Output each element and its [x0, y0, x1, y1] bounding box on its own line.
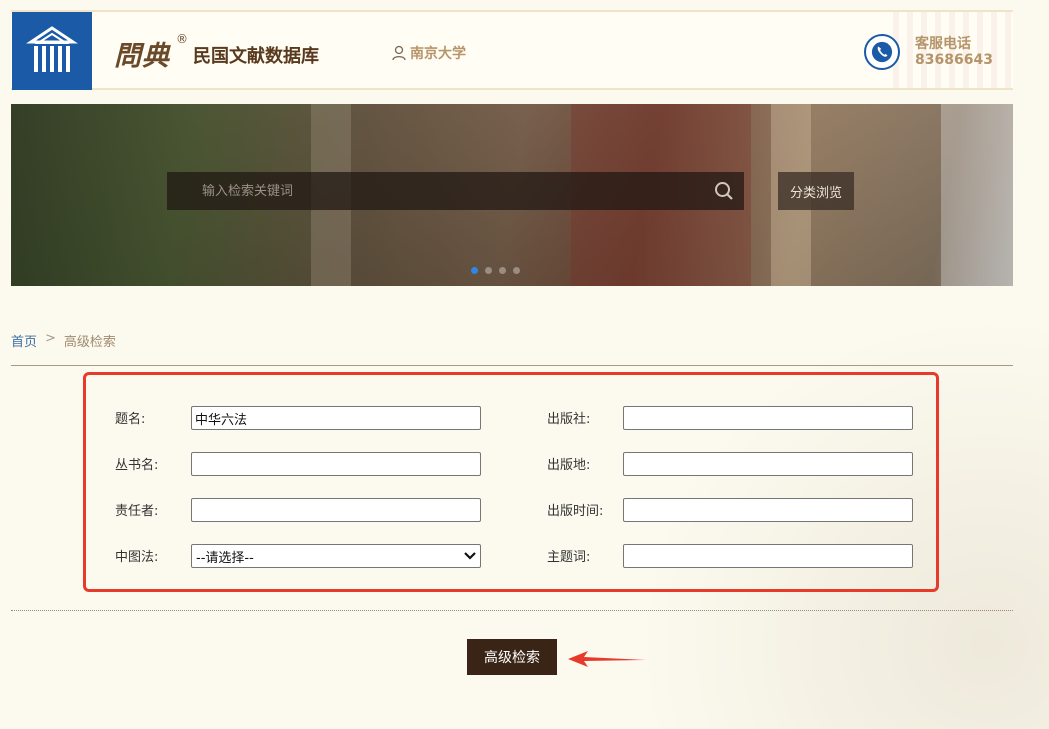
- divider: [11, 365, 1013, 366]
- carousel-dot[interactable]: [513, 267, 520, 274]
- category-browse-button[interactable]: 分类浏览: [778, 172, 854, 210]
- user-name: 南京大学: [410, 46, 466, 62]
- clc-selected-value: --请选择--: [196, 550, 254, 566]
- carousel-dot[interactable]: [499, 267, 506, 274]
- search-bar: [167, 172, 744, 210]
- publisher-field[interactable]: [623, 406, 913, 430]
- dotted-divider: [11, 610, 1013, 611]
- site-title[interactable]: 民国文献数据库: [193, 42, 319, 68]
- advanced-search-form: 题名: 丛书名: 责任者: 中图法: --请选择-- 出版社: 出版地: 出版时…: [83, 372, 939, 592]
- advanced-search-button[interactable]: 高级检索: [467, 639, 557, 675]
- breadcrumb-current: 高级检索: [63, 335, 116, 350]
- author-field[interactable]: [191, 498, 481, 522]
- clc-label: 中图法:: [115, 550, 159, 565]
- breadcrumb: 首页 > 高级检索: [11, 331, 116, 350]
- date-field[interactable]: [623, 498, 913, 522]
- banner-sky: [941, 104, 1013, 286]
- phone-icon: [864, 34, 900, 70]
- clc-select[interactable]: --请选择--: [191, 544, 481, 568]
- customer-service-label: 客服电话: [915, 36, 971, 52]
- search-icon: [715, 182, 733, 200]
- gate-logo-icon: [26, 26, 78, 72]
- search-input[interactable]: [167, 172, 704, 210]
- customer-service-phone: 83686643: [915, 52, 993, 68]
- site-header: 問典 ® 民国文献数据库 南京大学 客服电话 83686643: [11, 10, 1013, 90]
- subject-field[interactable]: [623, 544, 913, 568]
- user-icon: [392, 45, 406, 61]
- title-label: 题名:: [115, 412, 146, 427]
- place-field[interactable]: [623, 452, 913, 476]
- author-label: 责任者:: [115, 504, 159, 519]
- carousel-dot[interactable]: [485, 267, 492, 274]
- series-label: 丛书名:: [115, 458, 159, 473]
- carousel-dot[interactable]: [471, 267, 478, 274]
- subject-label: 主题词:: [547, 550, 591, 565]
- user-info[interactable]: 南京大学: [391, 43, 466, 63]
- library-logo[interactable]: [12, 12, 92, 90]
- title-field[interactable]: [191, 406, 481, 430]
- brand-calligraphy: 問典: [114, 41, 170, 72]
- date-label: 出版时间:: [547, 504, 604, 519]
- registered-mark: ®: [176, 32, 188, 46]
- hero-banner: 分类浏览: [11, 104, 1013, 286]
- breadcrumb-separator: >: [45, 331, 56, 346]
- search-button[interactable]: [704, 172, 744, 210]
- carousel-dots: [471, 267, 520, 274]
- annotation-arrow-icon: [568, 651, 646, 667]
- place-label: 出版地:: [547, 458, 591, 473]
- breadcrumb-home[interactable]: 首页: [11, 331, 37, 350]
- series-field[interactable]: [191, 452, 481, 476]
- chevron-down-icon: [464, 552, 476, 560]
- publisher-label: 出版社:: [547, 412, 591, 427]
